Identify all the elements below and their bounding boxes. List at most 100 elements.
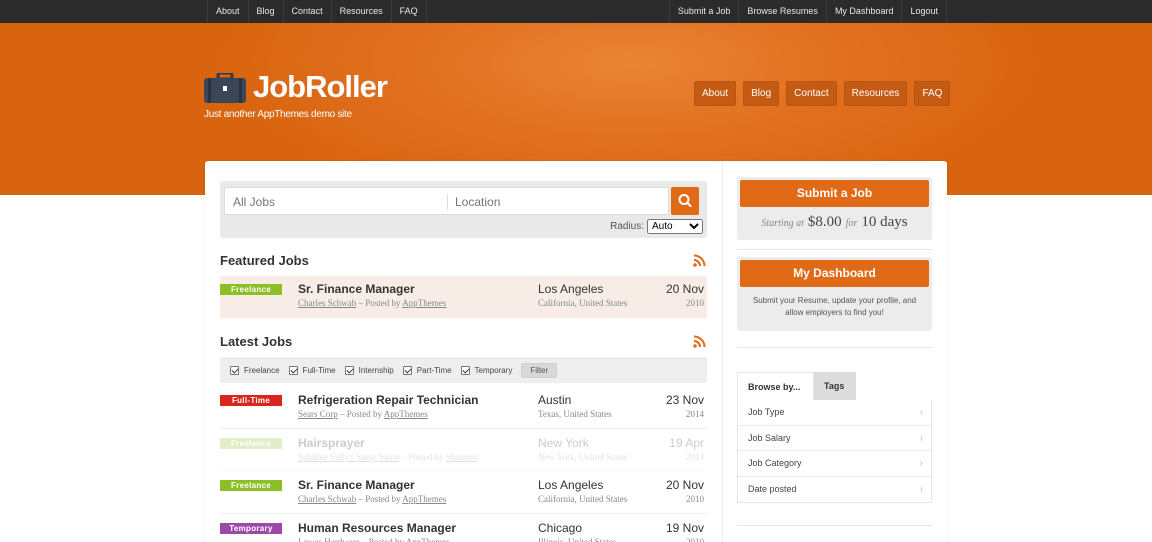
filter-full-time[interactable]: Full-Time [288,365,336,375]
sidebar-divider [737,347,932,348]
posted-by-text: – Posted by [337,409,384,419]
latest-jobs-heading: Latest Jobs [220,334,293,349]
poster-link[interactable]: AppThemes [406,537,450,542]
job-type-badge: Freelance [220,438,282,449]
price-prefix: Starting at [761,218,804,229]
job-city: Los Angeles [538,478,604,492]
header-nav-about[interactable]: About [694,81,737,106]
job-meta: Sears Corp – Posted by AppThemes [298,409,428,419]
filter-temporary[interactable]: Temporary [460,365,512,375]
search-field-separator [447,194,448,210]
poster-link[interactable]: AppThemes [384,409,428,419]
job-type-badge: Freelance [220,284,282,295]
topnav-blog-link[interactable]: Blog [249,0,284,23]
company-link[interactable]: Lowes Hardware [298,537,360,542]
price-value: $8.00 [807,214,842,230]
price-duration: 10 days [861,214,908,230]
job-date: 23 Nov [665,393,704,407]
browse-item-date-posted[interactable]: Date posted › [738,477,931,503]
job-title-link[interactable]: Hairsprayer [298,436,365,450]
job-title-link[interactable]: Human Resources Manager [298,521,456,535]
filter-part-time[interactable]: Part-Time [402,365,452,375]
browse-item-job-type[interactable]: Job Type › [738,400,931,426]
job-region: California, United States [538,494,628,504]
top-bar: About Blog Contact Resources FAQ Submit … [0,0,1152,23]
my-dashboard-button[interactable]: My Dashboard [740,260,929,287]
company-link[interactable]: Sublime Sally's Sassy Salon [298,452,399,462]
location-input[interactable] [455,194,660,210]
submit-job-box: Submit a Job Starting at $8.00 for 10 da… [737,177,932,240]
search-icon [678,194,692,208]
tab-browse-by[interactable]: Browse by... [737,372,814,400]
filter-label: Freelance [244,365,280,375]
topnav-faq-link[interactable]: FAQ [392,0,427,23]
job-title-link[interactable]: Refrigeration Repair Technician [298,393,479,407]
job-price-text: Starting at $8.00 for 10 days [737,213,932,231]
jobs-search-input[interactable] [233,194,438,210]
filter-internship[interactable]: Internship [344,365,394,375]
posted-by-text: – Posted by [356,298,403,308]
featured-job-row[interactable]: Freelance Sr. Finance Manager Charles Sc… [220,276,707,318]
company-link[interactable]: Charles Schwab [298,298,356,308]
header-nav-faq[interactable]: FAQ [914,81,951,106]
browse-item-job-category[interactable]: Job Category › [738,451,931,477]
job-region: California, United States [538,298,628,308]
browse-list: Job Type › Job Salary › Job Category › Date… [737,400,932,503]
filter-button[interactable]: Filter [521,362,558,378]
topnav-logout-link[interactable]: Logout [902,0,947,23]
filter-checkbox[interactable] [402,365,412,375]
header-nav-blog[interactable]: Blog [743,81,780,106]
job-year: 2010 [686,494,704,504]
company-link[interactable]: Sears Corp [298,409,338,419]
sidebar-divider [737,249,932,250]
top-nav-right: Submit a Job Browse Resumes My Dashboard… [668,0,947,23]
rss-icon[interactable] [693,335,706,348]
posted-by-text: – Posted by [356,494,403,504]
filter-freelance[interactable]: Freelance [230,365,280,375]
company-link[interactable]: Charles Schwab [298,494,356,504]
topnav-my-dashboard-link[interactable]: My Dashboard [827,0,903,23]
job-city: Chicago [538,521,583,535]
poster-link[interactable]: AppThemes [402,494,446,504]
poster-link[interactable]: AppThemes [402,298,446,308]
topnav-about-link[interactable]: About [208,0,249,23]
filter-label: Internship [358,365,394,375]
job-title-link[interactable]: Sr. Finance Manager [298,478,415,492]
filter-checkbox[interactable] [288,365,298,375]
column-divider [722,161,723,542]
submit-job-button[interactable]: Submit a Job [740,180,929,207]
site-name: JobRoller [253,69,388,104]
site-tagline: Just another AppThemes demo site [204,109,352,120]
job-row[interactable]: Freelance Sr. Finance Manager Charles Schw… [220,472,707,514]
topnav-resources-link[interactable]: Resources [332,0,392,23]
job-search-form: Radius: Auto [220,181,707,238]
job-row[interactable]: Full-Time Refrigeration Repair Technician… [220,387,707,429]
job-year: 2013 [686,452,704,462]
header-nav-resources[interactable]: Resources [843,81,908,106]
dashboard-description: Submit your Resume, update your profile,… [752,296,917,317]
topnav-browse-resumes-link[interactable]: Browse Resumes [739,0,827,23]
browse-item-job-salary[interactable]: Job Salary › [738,426,931,451]
filter-checkbox[interactable] [460,365,470,375]
price-for: for [845,218,858,229]
topnav-submit-job-link[interactable]: Submit a Job [670,0,740,23]
job-row[interactable]: Temporary Human Resources Manager Lowes Ha… [220,515,707,542]
search-button[interactable] [671,187,699,215]
radius-select[interactable]: Auto [647,219,703,234]
job-row[interactable]: Freelance Hairsprayer Sublime Sally's Sass… [220,430,707,472]
topnav-contact-link[interactable]: Contact [284,0,332,23]
browse-item-label: Job Category [748,458,802,468]
site-logo[interactable]: JobRoller Just another AppThemes demo si… [204,69,404,129]
job-type-filter-bar: Freelance Full-Time Internship Part-Time… [220,357,707,383]
browse-item-label: Date posted [748,483,797,494]
poster-link[interactable]: Shannon [446,452,478,462]
job-title-link[interactable]: Sr. Finance Manager [298,282,415,296]
filter-checkbox[interactable] [344,365,354,375]
chevron-right-icon: › [919,483,923,495]
chevron-right-icon: › [919,458,923,469]
tab-tags[interactable]: Tags [814,372,856,400]
rss-icon[interactable] [693,254,706,267]
header-nav-contact[interactable]: Contact [786,81,837,106]
filter-checkbox[interactable] [230,365,239,375]
browse-item-label: Job Type [748,407,785,417]
